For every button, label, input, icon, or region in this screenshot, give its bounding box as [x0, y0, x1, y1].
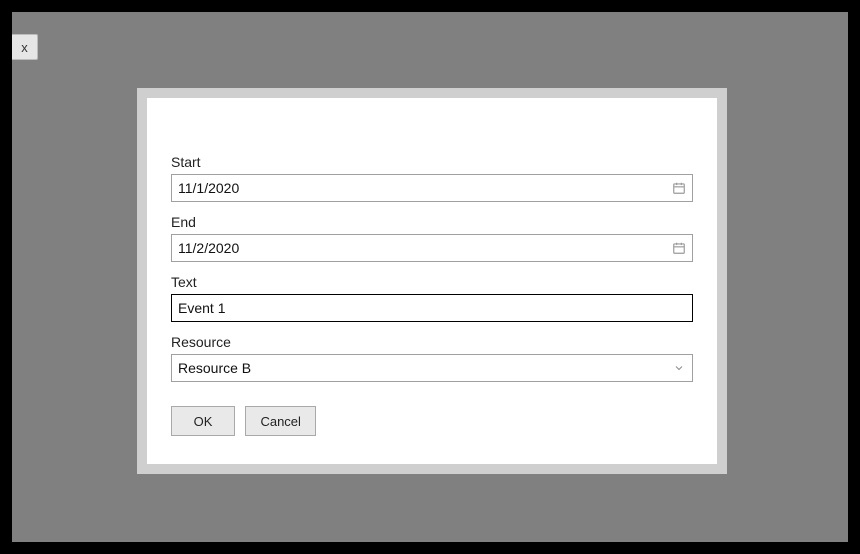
text-input-row	[171, 294, 693, 322]
end-date-input[interactable]	[171, 234, 693, 262]
text-label: Text	[171, 274, 693, 290]
page-outer-border: x Start	[0, 0, 860, 554]
resource-input-row: Resource B	[171, 354, 693, 382]
resource-label: Resource	[171, 334, 693, 350]
background-button-fragment[interactable]: x	[12, 34, 38, 60]
field-text: Text	[171, 274, 693, 322]
page-backdrop: x Start	[12, 12, 848, 542]
ok-button[interactable]: OK	[171, 406, 235, 436]
field-end: End	[171, 214, 693, 262]
start-label: Start	[171, 154, 693, 170]
end-input-row	[171, 234, 693, 262]
resource-select[interactable]: Resource B	[171, 354, 693, 382]
start-input-row	[171, 174, 693, 202]
field-start: Start	[171, 154, 693, 202]
cancel-button[interactable]: Cancel	[245, 406, 315, 436]
dialog-button-row: OK Cancel	[171, 406, 693, 436]
modal-shadow: Start End	[137, 88, 727, 474]
field-resource: Resource Resource B	[171, 334, 693, 382]
background-button-fragment-text: x	[21, 40, 28, 55]
end-label: End	[171, 214, 693, 230]
start-date-input[interactable]	[171, 174, 693, 202]
event-text-input[interactable]	[171, 294, 693, 322]
edit-event-dialog: Start End	[147, 98, 717, 464]
